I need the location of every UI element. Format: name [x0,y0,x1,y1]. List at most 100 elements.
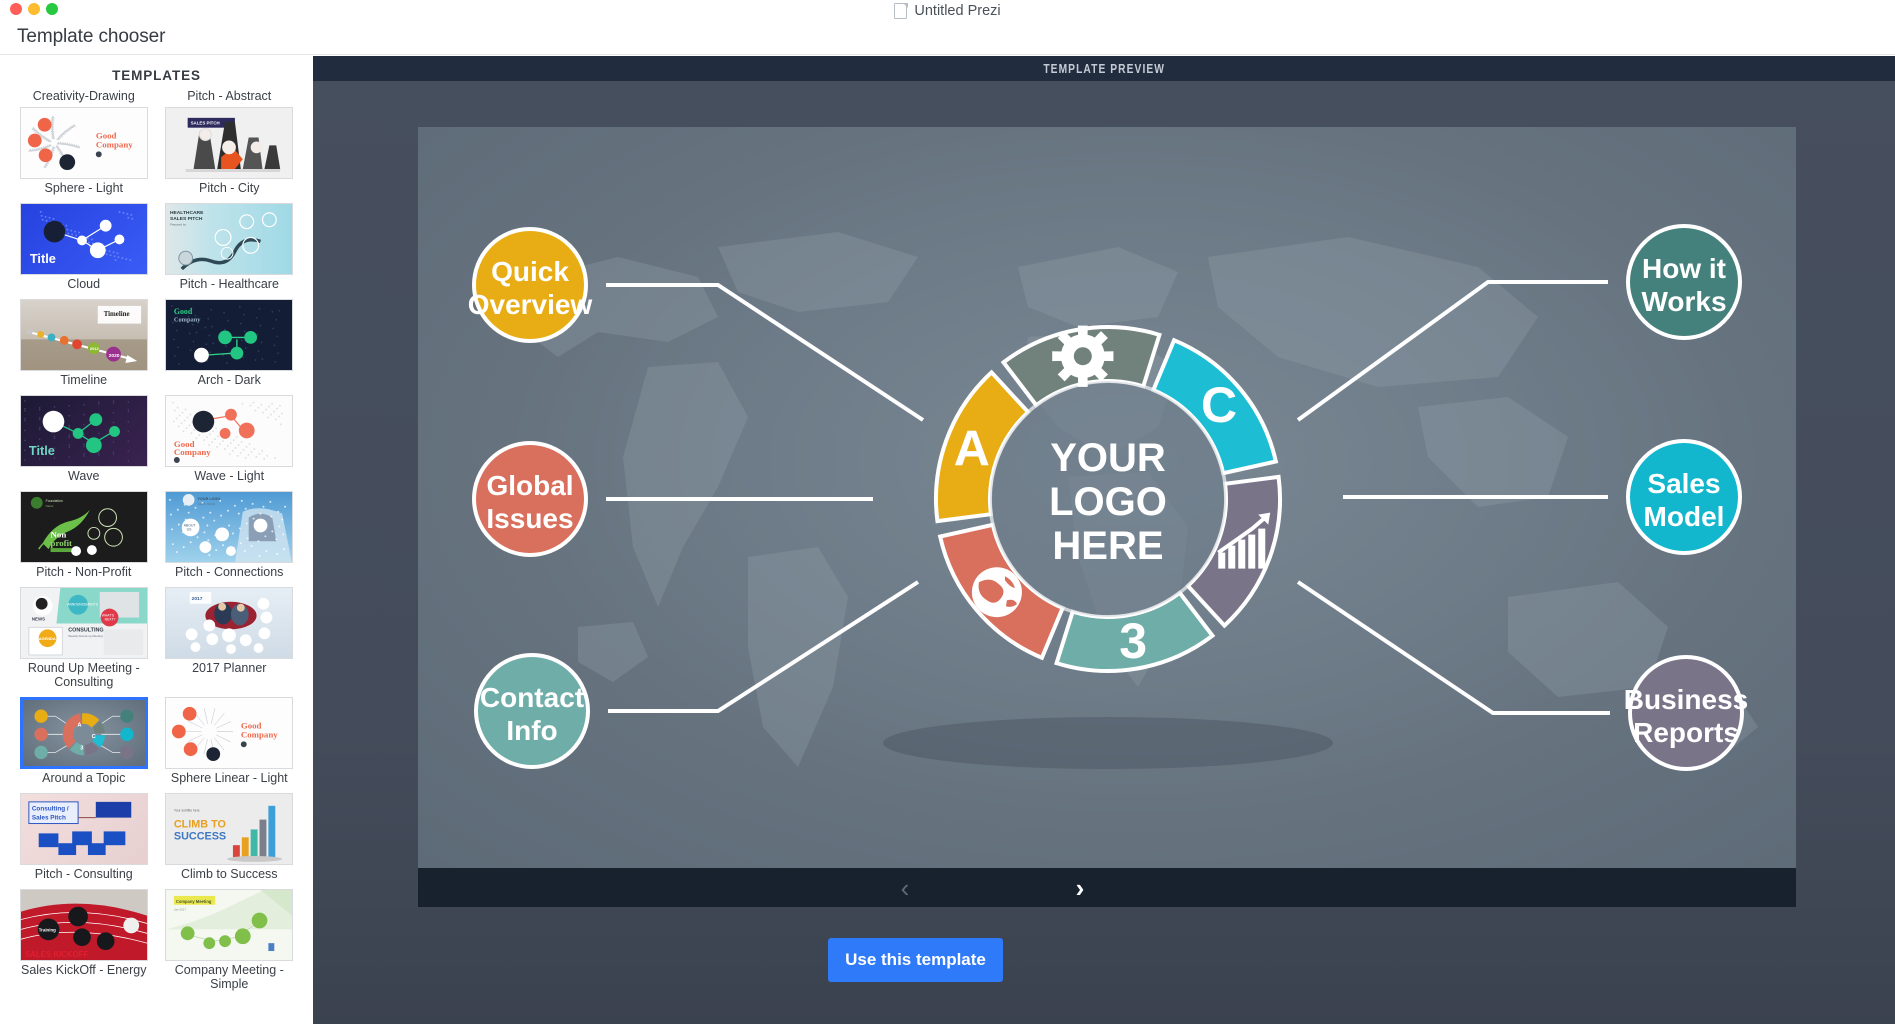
template-item[interactable]: Pitch - Abstract SALES PITCH Pitch - Cit… [162,89,298,203]
template-item[interactable]: Good Company Arch - Dark [162,299,298,395]
svg-text:Jan 2017: Jan 2017 [174,908,186,912]
slide-navigation-bar[interactable]: ‹ › [418,868,1796,907]
node-label-line: Business [1624,684,1749,715]
template-item[interactable]: Consulting / Sales Pitch Pitch - Consult… [16,793,152,889]
templates-sidebar[interactable]: TEMPLATES Creativity-Drawing Good Compan… [0,56,313,1024]
template-item[interactable]: Foundation Name Non profit Pitch - Non-P… [16,491,152,587]
template-thumbnail[interactable]: Consulting / Sales Pitch [20,793,148,865]
svg-text:YOUR LOGO: YOUR LOGO [198,497,221,501]
template-item[interactable]: 2017 2017 Planner [162,587,298,697]
node-label-line: Quick [491,256,569,287]
template-name-label: Cloud [18,277,150,291]
template-name-label: Pitch - Connections [163,565,295,579]
preview-header-label: TEMPLATE PREVIEW [1043,62,1165,76]
hub-label: YOURLOGOHERE [1049,436,1167,568]
template-name-label: Wave - Light [163,469,295,483]
svg-text:Company: Company [174,317,201,324]
template-thumbnail[interactable]: SALES PITCH [165,107,293,179]
template-name-label: Arch - Dark [163,373,295,387]
around-a-topic-diagram: YOURLOGOHERE AC 3 QuickOverviewGlobalIss… [418,127,1796,868]
seg-c-label: C [1201,377,1237,433]
template-preview-panel: TEMPLATE PREVIEW [313,56,1895,1024]
page-title: Template chooser [17,26,165,48]
svg-text:Good: Good [174,307,193,316]
template-thumbnail[interactable]: Your subtitle here CLIMB TO SUCCESS [165,793,293,865]
next-slide-button[interactable]: › [1052,868,1108,907]
window-titlebar: Untitled Prezi [0,0,1895,22]
svg-text:Title: Title [29,443,55,458]
template-grid[interactable]: Creativity-Drawing Good Company Sphere -… [0,89,313,999]
svg-text:NEXT?: NEXT? [104,617,115,621]
template-name-label: Sales KickOff - Energy [18,963,150,977]
seg-3-label: 3 [1119,613,1147,669]
template-item[interactable]: A 3 C Around a Topic [16,697,152,793]
template-category-label: Creativity-Drawing [33,89,135,107]
svg-text:2012: 2012 [90,346,100,351]
template-thumbnail[interactable]: Good Company [165,697,293,769]
node-contact-info: ContactInfo [476,655,588,767]
template-thumbnail[interactable]: Good Company [165,395,293,467]
svg-text:SALES KICKOFF: SALES KICKOFF [25,950,89,959]
svg-text:AGENDA: AGENDA [38,636,55,641]
chooser-header: Template chooser [0,22,1895,55]
svg-text:Weekly Round-up Meeting: Weekly Round-up Meeting [68,634,103,638]
template-name-label: Climb to Success [163,867,295,881]
template-thumbnail[interactable]: NEWS ANNOUNCEMENTS WHAT'SNEXT? AGENDA CO… [20,587,148,659]
template-thumbnail[interactable]: Good Company [165,299,293,371]
seg-a-label: A [954,420,990,476]
template-item[interactable]: Title Wave [16,395,152,491]
slide-canvas: YOURLOGOHERE AC 3 QuickOverviewGlobalIss… [418,127,1796,868]
svg-text:SUCCESS: SUCCESS [174,830,226,842]
sidebar-heading: TEMPLATES [0,56,313,89]
svg-text:NEWS: NEWS [32,616,45,621]
node-how-it-works: How itWorks [1628,226,1740,338]
node-sales-model: SalesModel [1628,441,1740,553]
prev-slide-button[interactable]: ‹ [877,868,933,907]
svg-text:SALES PITCH: SALES PITCH [170,216,203,222]
svg-text:Timeline: Timeline [103,311,129,318]
template-name-label: Timeline [18,373,150,387]
template-thumbnail[interactable]: Timeline 2020 2012 [20,299,148,371]
template-item[interactable]: YOUR LOGO GOES HERE ABOUTUS Pitch - Conn… [162,491,298,587]
template-thumbnail[interactable]: Foundation Name Non profit [20,491,148,563]
template-thumbnail[interactable]: Company Meeting Jan 2017 [165,889,293,961]
template-item[interactable]: NEWS ANNOUNCEMENTS WHAT'SNEXT? AGENDA CO… [16,587,152,697]
template-thumbnail[interactable]: 2017 [165,587,293,659]
svg-text:A: A [77,723,81,729]
svg-text:Company: Company [241,729,278,739]
template-item[interactable]: Good Company Wave - Light [162,395,298,491]
template-item[interactable]: HEALTHCARE SALES PITCH Prepared by Pitch… [162,203,298,299]
template-name-label: Sphere - Light [18,181,150,195]
template-category-label: Pitch - Abstract [187,89,271,107]
svg-text:Prepared by: Prepared by [170,223,187,227]
template-item[interactable]: Creativity-Drawing Good Company Sphere -… [16,89,152,203]
svg-text:Foundation: Foundation [45,499,62,503]
template-item[interactable]: Your subtitle here CLIMB TO SUCCESS Clim… [162,793,298,889]
diagram-shadow [883,717,1333,769]
template-item[interactable]: Company Meeting Jan 2017 Company Meeting… [162,889,298,999]
template-name-label: Pitch - Non-Profit [18,565,150,579]
use-template-button[interactable]: Use this template [828,938,1003,982]
template-item[interactable]: Timeline 2020 2012 Timeline [16,299,152,395]
template-thumbnail[interactable]: Good Company [20,107,148,179]
node-label-line: Model [1644,501,1725,532]
template-thumbnail[interactable]: YOUR LOGO GOES HERE ABOUTUS [165,491,293,563]
template-thumbnail[interactable]: Title [20,203,148,275]
node-label-line: Contact [480,682,584,713]
template-thumbnail[interactable]: Training SALES KICKOFF [20,889,148,961]
svg-text:Sales Pitch: Sales Pitch [32,815,66,822]
template-name-label: Pitch - City [163,181,295,195]
globe-icon [972,567,1022,617]
node-label-line: Works [1641,286,1726,317]
svg-text:Consulting /: Consulting / [32,806,69,813]
gear-icon [1052,326,1113,387]
template-thumbnail[interactable]: HEALTHCARE SALES PITCH Prepared by [165,203,293,275]
svg-text:Company Meeting: Company Meeting [176,899,212,904]
template-item[interactable]: Training SALES KICKOFF Sales KickOff - E… [16,889,152,999]
template-item[interactable]: Title Cloud [16,203,152,299]
template-name-label: Round Up Meeting - Consulting [18,661,150,689]
svg-text:Company: Company [96,139,133,149]
template-item[interactable]: Good Company Sphere Linear - Light [162,697,298,793]
template-thumbnail[interactable]: A 3 C [20,697,148,769]
template-thumbnail[interactable]: Title [20,395,148,467]
